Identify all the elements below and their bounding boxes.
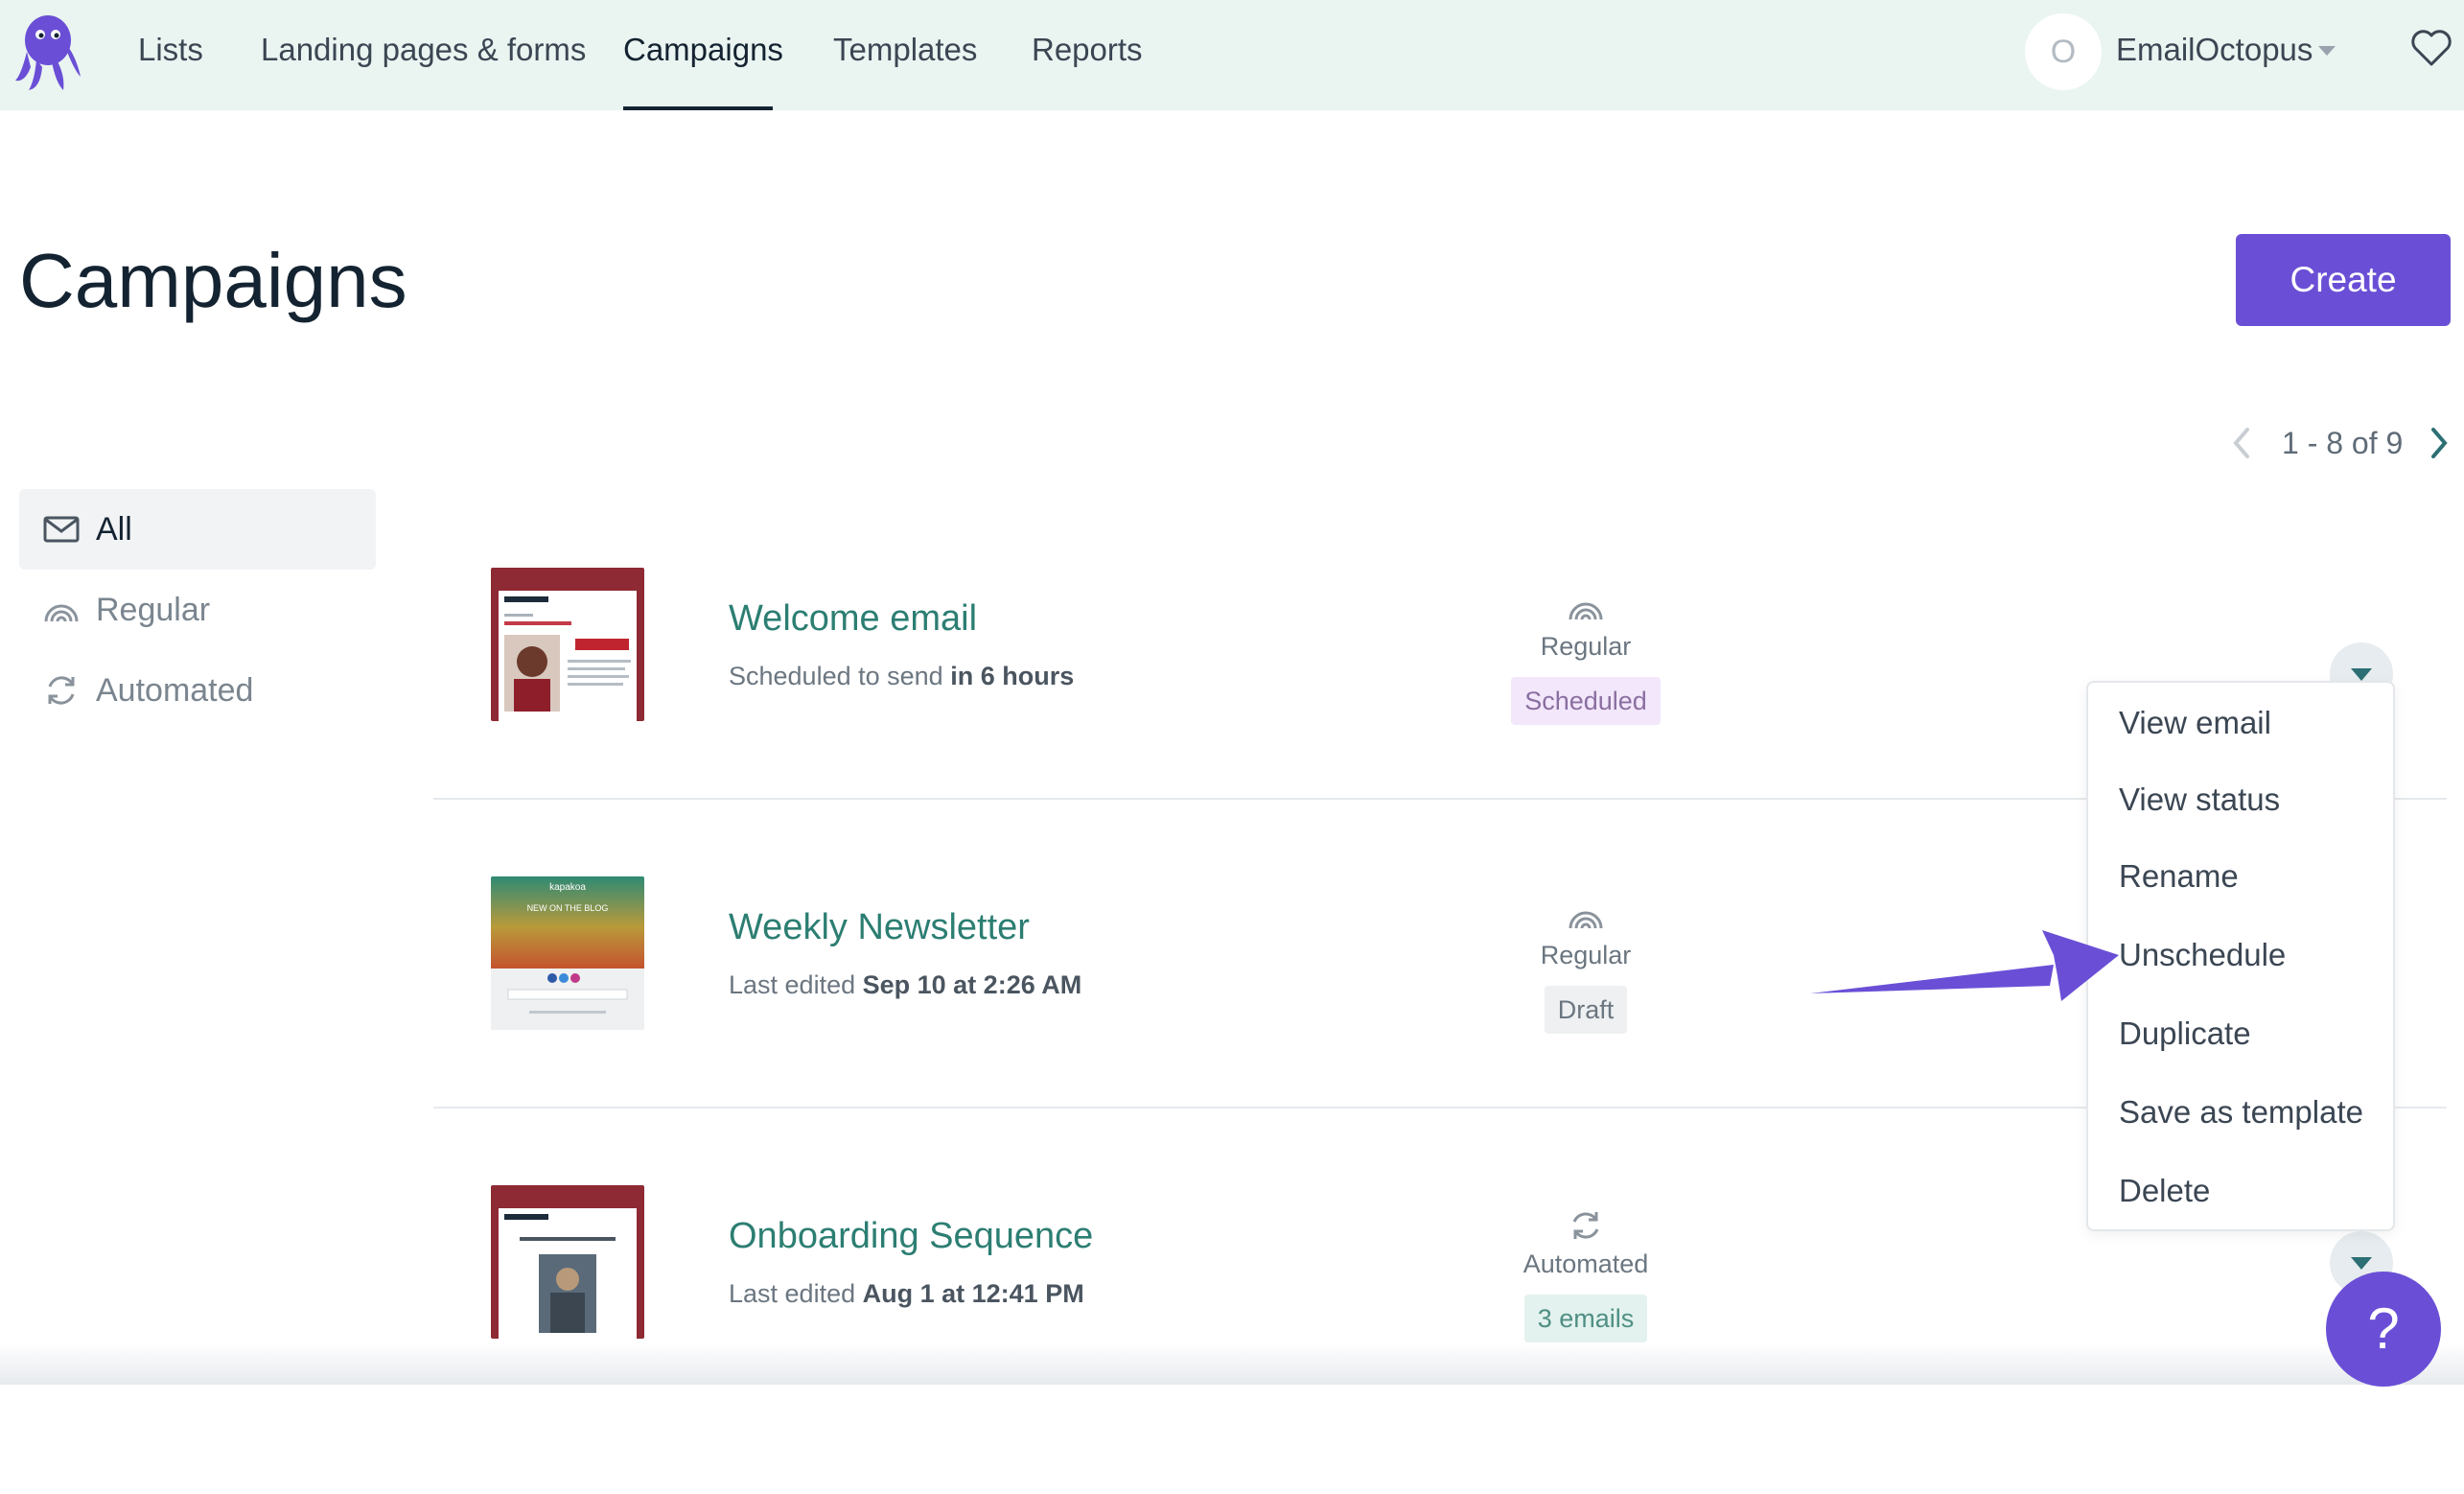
campaign-row-onboarding-sequence: Onboarding Sequence Last edited Aug 1 at… (433, 1185, 2464, 1494)
page-title: Campaigns (19, 238, 407, 323)
meta-label: Last edited (729, 970, 856, 999)
menu-item-duplicate[interactable]: Duplicate (2119, 1013, 2251, 1055)
top-navigation-bar: Lists Landing pages & forms Campaigns Te… (0, 0, 2464, 110)
chevron-right-icon[interactable] (2428, 426, 2451, 460)
campaign-thumbnail[interactable] (491, 568, 644, 721)
menu-item-view-email[interactable]: View email (2119, 702, 2271, 744)
campaign-meta: Last edited Sep 10 at 2:26 AM (729, 967, 1081, 1003)
menu-item-view-status[interactable]: View status (2119, 779, 2280, 821)
campaign-type-label: Automated (1523, 1249, 1649, 1278)
nav-tab-campaigns[interactable]: Campaigns (623, 29, 783, 71)
filter-label: Automated (96, 672, 254, 709)
campaign-type-label: Regular (1540, 941, 1632, 969)
account-menu-button[interactable]: EmailOctopus (2116, 29, 2313, 71)
filter-all[interactable]: All (19, 489, 376, 570)
menu-item-delete[interactable]: Delete (2119, 1170, 2210, 1212)
create-button[interactable]: Create (2236, 234, 2451, 326)
campaign-name-link[interactable]: Weekly Newsletter (729, 903, 1030, 951)
campaign-type: Regular Scheduled (1471, 591, 1701, 725)
filter-label: All (96, 511, 132, 548)
annotation-arrow-icon (1810, 930, 2119, 1001)
email-count-badge: 3 emails (1523, 1295, 1648, 1342)
meta-value: Sep 10 at 2:26 AM (862, 970, 1082, 999)
bottom-shadow (0, 1342, 2464, 1385)
nav-tab-templates[interactable]: Templates (833, 29, 977, 71)
caret-down-icon[interactable] (2318, 46, 2336, 56)
nav-tab-lists[interactable]: Lists (138, 29, 203, 71)
caret-down-icon (2351, 1257, 2372, 1270)
heart-icon[interactable] (2410, 29, 2452, 67)
chevron-left-icon[interactable] (2230, 426, 2253, 460)
filter-regular[interactable]: Regular (19, 570, 376, 650)
refresh-icon (48, 676, 75, 705)
campaign-meta: Last edited Aug 1 at 12:41 PM (729, 1275, 1084, 1312)
campaign-type: Regular Draft (1471, 899, 1701, 1034)
avatar[interactable]: O (2025, 13, 2102, 90)
octopus-logo-icon[interactable] (13, 13, 82, 92)
caret-down-icon (2351, 668, 2372, 681)
campaign-thumbnail[interactable]: kapakoa NEW ON THE BLOG (491, 876, 644, 1030)
meta-label: Last edited (729, 1279, 856, 1308)
campaign-name-link[interactable]: Onboarding Sequence (729, 1212, 1093, 1260)
rainbow-icon (1569, 911, 1603, 929)
meta-value: in 6 hours (950, 662, 1075, 690)
filter-automated[interactable]: Automated (19, 650, 376, 731)
campaign-thumbnail[interactable] (491, 1185, 644, 1339)
status-badge: Draft (1544, 986, 1628, 1034)
menu-item-save-as-template[interactable]: Save as template (2119, 1091, 2363, 1133)
rainbow-icon (44, 604, 79, 622)
refresh-icon (1572, 1212, 1599, 1239)
campaign-type-label: Regular (1540, 632, 1632, 661)
menu-item-unschedule[interactable]: Unschedule (2119, 934, 2286, 976)
campaign-type: Automated 3 emails (1471, 1208, 1701, 1342)
thumbnail-heading-text: NEW ON THE BLOG (527, 903, 609, 913)
help-button[interactable]: ? (2326, 1272, 2441, 1387)
filter-label: Regular (96, 592, 211, 628)
meta-value: Aug 1 at 12:41 PM (862, 1279, 1084, 1308)
nav-tab-landing-pages-forms[interactable]: Landing pages & forms (261, 29, 586, 71)
meta-label: Scheduled to send (729, 662, 943, 690)
active-tab-indicator (623, 106, 773, 110)
rainbow-icon (1569, 602, 1603, 620)
thumbnail-brand-text: kapakoa (549, 882, 586, 893)
envelope-icon (43, 516, 80, 543)
campaign-actions-menu: View email View status Rename Unschedule… (2086, 681, 2395, 1231)
campaign-meta: Scheduled to send in 6 hours (729, 658, 1074, 694)
status-badge: Scheduled (1511, 677, 1661, 725)
menu-item-rename[interactable]: Rename (2119, 855, 2239, 898)
nav-tab-reports[interactable]: Reports (1032, 29, 1143, 71)
campaign-name-link[interactable]: Welcome email (729, 595, 977, 642)
pagination-range: 1 - 8 of 9 (2282, 426, 2404, 460)
